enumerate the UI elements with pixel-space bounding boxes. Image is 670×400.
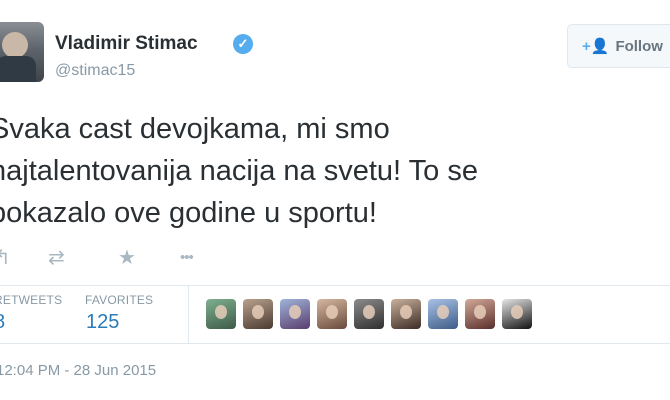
avatar-body: [0, 56, 36, 82]
favoriter-face: [252, 305, 264, 319]
favoriter-face: [511, 305, 523, 319]
verified-badge-icon: ✓: [233, 34, 253, 54]
favoriter-avatar[interactable]: [206, 299, 236, 329]
favoriter-face: [437, 305, 449, 319]
favoriter-avatar[interactable]: [280, 299, 310, 329]
more-icon[interactable]: •••: [180, 246, 194, 270]
favorite-icon[interactable]: ★: [118, 246, 136, 270]
stats-separator: [188, 285, 189, 343]
user-handle[interactable]: @stimac15: [55, 62, 135, 80]
favoriter-avatar[interactable]: [465, 299, 495, 329]
follow-button-label: Follow: [615, 37, 663, 55]
favoriter-avatar[interactable]: [317, 299, 347, 329]
favoriter-avatar[interactable]: [502, 299, 532, 329]
tweet-timestamp[interactable]: 12:04 PM - 28 Jun 2015: [0, 362, 156, 379]
tweet-line: Svaka cast devojkama, mi smo: [0, 113, 390, 145]
favoriter-face: [289, 305, 301, 319]
retweets-label: RETWEETS: [0, 293, 63, 307]
favoriter-avatar[interactable]: [354, 299, 384, 329]
favoriter-face: [215, 305, 227, 319]
reply-icon[interactable]: ↰: [0, 246, 11, 270]
tweet-line: najtalentovanija nacija na svetu! To se: [0, 155, 478, 187]
avatar-face: [2, 32, 28, 58]
favorites-label: FAVORITES: [85, 293, 154, 307]
favorites-count[interactable]: 125: [86, 311, 119, 334]
divider: [0, 285, 670, 286]
favoriter-avatar[interactable]: [428, 299, 458, 329]
favoriter-face: [326, 305, 338, 319]
favoriter-face: [400, 305, 412, 319]
user-name[interactable]: Vladimir Stimac: [55, 33, 198, 55]
avatar[interactable]: [0, 22, 44, 82]
add-user-icon: +👤: [582, 38, 610, 55]
retweet-icon[interactable]: ⇄: [48, 246, 65, 270]
favoriter-avatar[interactable]: [391, 299, 421, 329]
follow-button[interactable]: +👤 Follow: [567, 24, 670, 68]
favoriter-face: [363, 305, 375, 319]
favoriter-face: [474, 305, 486, 319]
divider: [0, 343, 670, 344]
favoriter-avatar[interactable]: [243, 299, 273, 329]
tweet-line: pokazalo ove godine u sportu!: [0, 197, 377, 229]
tweet-text: Svaka cast devojkama, mi smo najtalentov…: [0, 108, 640, 234]
retweets-count[interactable]: 8: [0, 311, 5, 334]
